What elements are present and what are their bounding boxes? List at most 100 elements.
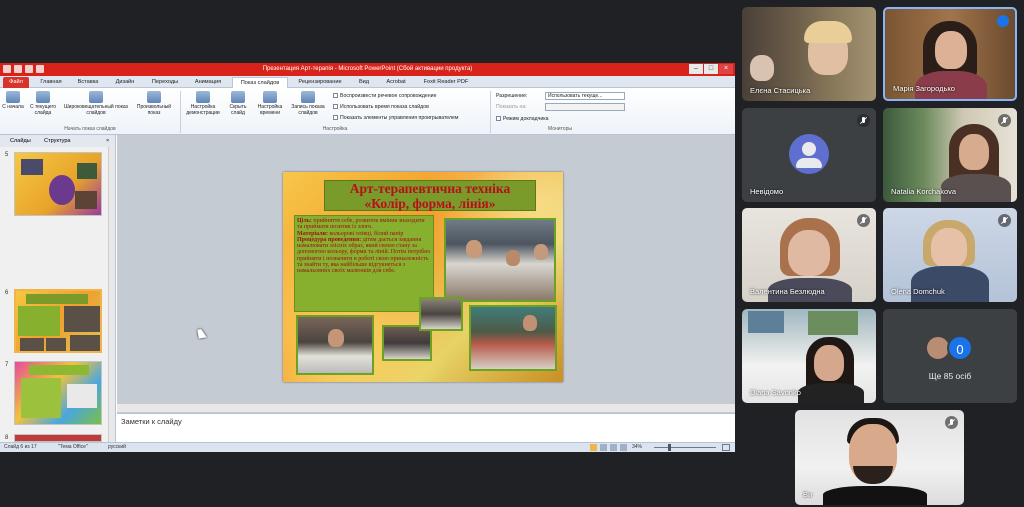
separator — [490, 91, 491, 133]
more-participants-tile[interactable]: 0 Ще 85 осіб — [883, 309, 1017, 403]
hide-slide-button[interactable]: Скрыть слайд — [225, 91, 251, 116]
rehearse-button[interactable]: Настройка времени — [254, 91, 286, 116]
slide-canvas[interactable]: Арт-терапевтична техніка «Колір, форма, … — [283, 172, 563, 382]
tab-outline[interactable]: Структура — [44, 135, 71, 147]
setup-label: Настройка демонстрации — [186, 104, 220, 116]
close-panel-icon[interactable]: × — [106, 135, 109, 147]
tab-slides[interactable]: Слайды — [10, 135, 31, 147]
participant-tile[interactable]: Валентина Безлюдна — [742, 208, 876, 302]
person-face — [935, 31, 967, 69]
participant-name: Невідомо — [750, 187, 784, 196]
hide-slide-label: Скрыть слайд — [229, 104, 247, 116]
from-current-button[interactable]: С текущего слайда — [26, 91, 60, 116]
title-bar: Презентация Арт-терапія - Microsoft Powe… — [0, 63, 735, 76]
maximize-button[interactable]: □ — [704, 64, 718, 74]
tab-animations[interactable]: Анимация — [188, 77, 228, 88]
checkbox-icon — [333, 115, 338, 120]
muted-mic-icon — [945, 416, 958, 429]
notes-placeholder: Заметки к слайду — [121, 417, 182, 426]
from-current-label: С текущего слайда — [29, 104, 57, 116]
slide-title-line-2: «Колір, форма, лінія» — [364, 196, 496, 211]
presenter-view-checkbox[interactable]: Режим докладчика — [496, 116, 548, 122]
status-bar: Слайд 6 из 17 "Тема Office" русский 34% — [0, 442, 735, 452]
minimize-button[interactable]: – — [689, 64, 703, 74]
tab-file[interactable]: Файл — [3, 77, 29, 88]
tab-design[interactable]: Дизайн — [108, 77, 142, 88]
tab-home[interactable]: Главная — [34, 77, 68, 88]
slideshow-view-icon[interactable] — [620, 444, 627, 451]
slide-thumbnail[interactable] — [14, 152, 102, 216]
participant-tile[interactable]: Natalia Korchakova — [883, 108, 1017, 202]
tab-foxit[interactable]: Foxit Reader PDF — [417, 77, 475, 88]
tab-review[interactable]: Рецензирование — [291, 77, 349, 88]
resolution-dropdown[interactable]: Использовать текуще... — [545, 92, 625, 100]
thumbnail-photo — [21, 159, 43, 175]
window-controls: – □ × — [689, 64, 733, 74]
narration-label: Воспроизвести речевое сопровождение — [340, 93, 437, 99]
screen: Презентация Арт-терапія - Microsoft Powe… — [0, 0, 1024, 507]
slide-thumbnail-selected[interactable] — [14, 289, 102, 353]
slide-number: 6 — [5, 290, 9, 296]
broadcast-label: Широковещательный показ слайдов — [64, 104, 128, 116]
zoom-slider[interactable] — [654, 447, 716, 448]
slide-thumbnail[interactable] — [14, 361, 102, 425]
person-face — [959, 134, 989, 170]
thumbnail-photo — [20, 338, 44, 351]
participant-name: Елєна Стасицька — [750, 86, 811, 95]
from-start-button[interactable]: С начала — [2, 91, 24, 111]
slide-number: 7 — [5, 362, 9, 368]
broadcast-button[interactable]: Широковещательный показ слайдов — [63, 91, 129, 116]
zoom-level: 34% — [632, 444, 643, 450]
separator — [180, 91, 181, 133]
timings-checkbox[interactable]: Использовать время показа слайдов — [333, 104, 429, 110]
avatar-placeholder-icon — [789, 134, 829, 174]
mouse-cursor-icon — [197, 328, 207, 339]
presenter-view-label: Режим докладчика — [503, 116, 549, 122]
editor-scrollbar[interactable] — [117, 403, 735, 412]
close-button[interactable]: × — [719, 64, 733, 74]
tab-insert[interactable]: Вставка — [71, 77, 105, 88]
record-label: Запись показа слайдов — [291, 104, 325, 116]
self-view-tile[interactable]: Ви — [795, 410, 964, 505]
media-controls-checkbox[interactable]: Показать элементы управления проигрывате… — [333, 115, 459, 121]
setup-show-button[interactable]: Настройка демонстрации — [183, 91, 223, 116]
muted-mic-icon — [857, 114, 870, 127]
muted-mic-icon — [857, 214, 870, 227]
window-title: Презентация Арт-терапія - Microsoft Powe… — [262, 66, 473, 72]
record-icon — [301, 91, 315, 103]
show-on-dropdown[interactable] — [545, 103, 625, 111]
powerpoint-window: Презентация Арт-терапія - Microsoft Powe… — [0, 63, 735, 452]
show-on-label: Показать на: — [496, 104, 527, 110]
slideshow-current-icon — [36, 91, 50, 103]
participant-tile[interactable]: Olena Domchuk — [883, 208, 1017, 302]
participant-tile-active-speaker[interactable]: Марія Загородько — [883, 7, 1017, 101]
tab-acrobat[interactable]: Acrobat — [380, 77, 412, 88]
rehearse-label: Настройка времени — [257, 104, 283, 116]
slide-thumbnail[interactable] — [14, 434, 102, 442]
zoom-slider-thumb[interactable] — [668, 444, 671, 451]
narration-checkbox[interactable]: Воспроизвести речевое сопровождение — [333, 93, 436, 99]
custom-show-button[interactable]: Произвольный показ — [130, 91, 178, 116]
participant-name: Diana Savonko — [750, 388, 801, 397]
notes-pane[interactable]: Заметки к слайду — [117, 413, 735, 442]
person-body — [911, 266, 989, 302]
person-shape — [523, 315, 537, 331]
group-setup-label: Настройка — [322, 126, 348, 132]
reading-view-icon[interactable] — [610, 444, 617, 451]
participant-tile[interactable]: Елєна Стасицька — [742, 7, 876, 101]
slide-sorter-icon[interactable] — [600, 444, 607, 451]
record-button[interactable]: Запись показа слайдов — [288, 91, 328, 116]
participant-tile[interactable]: Diana Savonko — [742, 309, 876, 403]
tab-view[interactable]: Вид — [354, 77, 374, 88]
timings-label: Использовать время показа слайдов — [340, 104, 429, 110]
panel-scrollbar[interactable] — [108, 147, 115, 442]
checkbox-icon — [496, 116, 501, 121]
person-shape — [328, 329, 344, 347]
media-controls-label: Показать элементы управления проигрывате… — [340, 115, 459, 121]
tab-slideshow[interactable]: Показ слайдов — [232, 77, 288, 88]
tab-transitions[interactable]: Переходы — [146, 77, 184, 88]
normal-view-icon[interactable] — [590, 444, 597, 451]
participant-tile[interactable]: Невідомо — [742, 108, 876, 202]
setup-icon — [196, 91, 210, 103]
fit-to-window-icon[interactable] — [722, 444, 730, 451]
